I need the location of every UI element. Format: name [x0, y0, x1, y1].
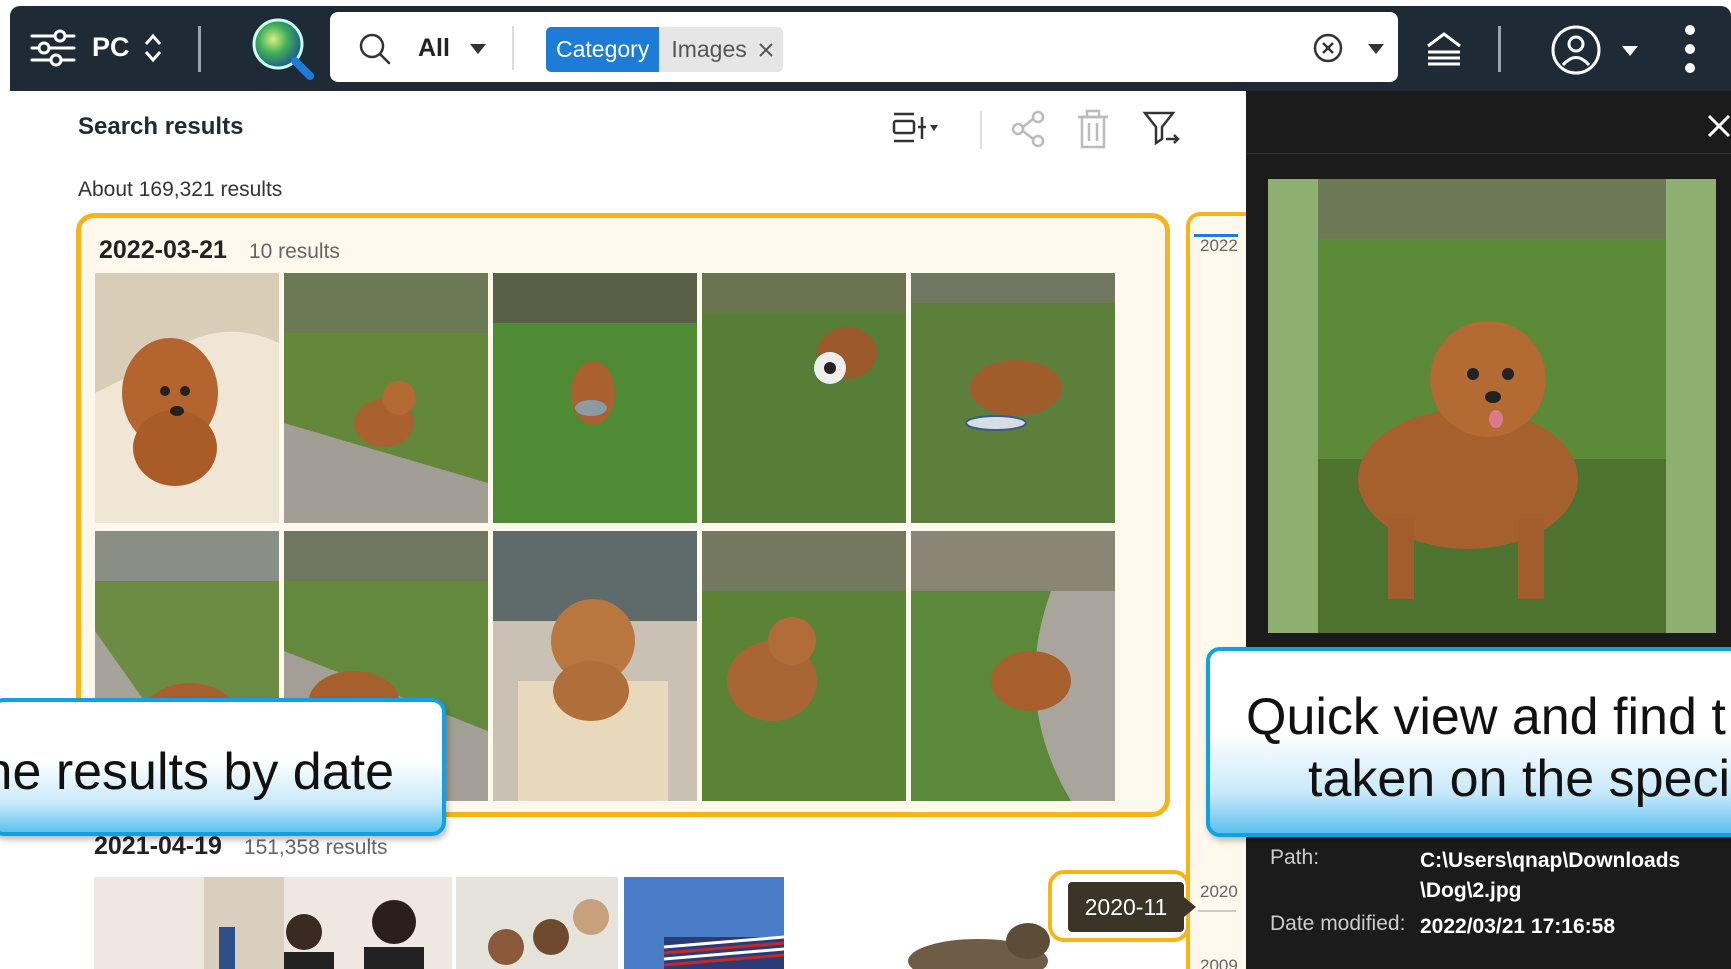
filter-chip-value: Images [659, 27, 783, 72]
device-label[interactable]: PC [92, 32, 130, 63]
quick-view-panel: Path: C:\Users\qnap\Downloads \Dog\2.jpg… [1246, 91, 1731, 969]
chevron-down-icon[interactable] [1366, 42, 1386, 56]
image-thumbnail[interactable] [911, 273, 1115, 523]
image-thumbnail[interactable] [702, 273, 906, 523]
path-value: C:\Users\qnap\Downloads \Dog\2.jpg [1420, 846, 1680, 906]
date-modified-label: Date modified: [1270, 912, 1406, 935]
search-box[interactable]: All Category Images [330, 12, 1398, 82]
file-metadata: Path: C:\Users\qnap\Downloads \Dog\2.jpg… [1270, 846, 1680, 948]
path-value-line2: \Dog\2.jpg [1420, 879, 1522, 902]
search-results-panel: Search results About 169,321 results 202… [10, 91, 1246, 969]
image-thumbnail[interactable] [284, 273, 488, 523]
user-account-icon[interactable] [1550, 24, 1602, 76]
timeline-tooltip: 2020-11 [1068, 882, 1184, 932]
page-title: Search results [78, 113, 244, 140]
result-group-header: 2022-03-21 10 results [99, 236, 340, 265]
image-thumbnail[interactable] [702, 531, 906, 801]
filter-chip[interactable]: Category Images [546, 27, 783, 72]
divider [1246, 153, 1731, 154]
close-icon[interactable] [1704, 111, 1731, 141]
divider [980, 111, 982, 149]
divider [1198, 910, 1236, 912]
close-icon[interactable] [757, 41, 775, 59]
image-thumbnail[interactable] [888, 921, 1058, 969]
callout-left: ne results by date [0, 698, 446, 836]
timeline-year[interactable]: 2022 [1200, 236, 1238, 256]
group-date: 2022-03-21 [99, 236, 227, 264]
image-thumbnail[interactable] [624, 877, 784, 969]
result-group-header: 2021-04-19 151,358 results [94, 832, 388, 861]
filter-settings-icon[interactable] [30, 28, 76, 68]
delete-icon[interactable] [1076, 109, 1110, 149]
group-count: 10 results [248, 240, 340, 263]
clear-search-icon[interactable] [1312, 32, 1344, 64]
callout-right-line1: Quick view and find t [1246, 688, 1726, 746]
background-tasks-icon[interactable] [1422, 26, 1466, 72]
timeline-year[interactable]: 2009 [1200, 956, 1238, 969]
tooltip-arrow [1184, 897, 1196, 917]
filter-chip-value-text: Images [671, 36, 747, 62]
more-options-icon[interactable] [1682, 22, 1698, 76]
callout-left-text: ne results by date [0, 743, 394, 801]
path-label: Path: [1270, 846, 1320, 869]
image-thumbnail[interactable] [911, 531, 1115, 801]
group-count: 151,358 results [243, 836, 388, 859]
filter-chip-key: Category [546, 27, 660, 72]
chevron-down-icon[interactable] [1620, 44, 1640, 58]
date-timeline-scrollbar[interactable]: 2022 2020 2009 [1186, 212, 1246, 969]
image-thumbnail[interactable] [456, 877, 618, 969]
top-bar: PC All Category Images [10, 6, 1731, 91]
search-scope-label[interactable]: All [418, 34, 450, 63]
search-icon[interactable] [358, 32, 392, 66]
preview-image [1268, 179, 1716, 633]
image-thumbnail[interactable] [493, 273, 697, 523]
share-icon[interactable] [1008, 109, 1048, 149]
image-thumbnail[interactable] [493, 531, 697, 801]
chevron-down-icon[interactable] [468, 42, 488, 56]
divider [1498, 26, 1501, 72]
divider [512, 26, 514, 70]
up-down-chevron-icon[interactable] [142, 30, 164, 66]
image-thumbnail[interactable] [95, 273, 279, 523]
qsirch-logo-icon [252, 18, 314, 80]
results-count: About 169,321 results [78, 178, 283, 201]
callout-right-line2: taken on the speci [1308, 750, 1731, 808]
image-thumbnail[interactable] [94, 877, 452, 969]
callout-right: Quick view and find t taken on the speci [1206, 647, 1731, 837]
date-modified-value: 2022/03/21 17:16:58 [1420, 915, 1615, 938]
timeline-year[interactable]: 2020 [1200, 882, 1238, 902]
path-value-line1: C:\Users\qnap\Downloads [1420, 849, 1681, 872]
group-date: 2021-04-19 [94, 832, 222, 860]
view-mode-icon[interactable] [890, 109, 942, 149]
filter-export-icon[interactable] [1142, 109, 1182, 149]
divider [198, 26, 201, 72]
